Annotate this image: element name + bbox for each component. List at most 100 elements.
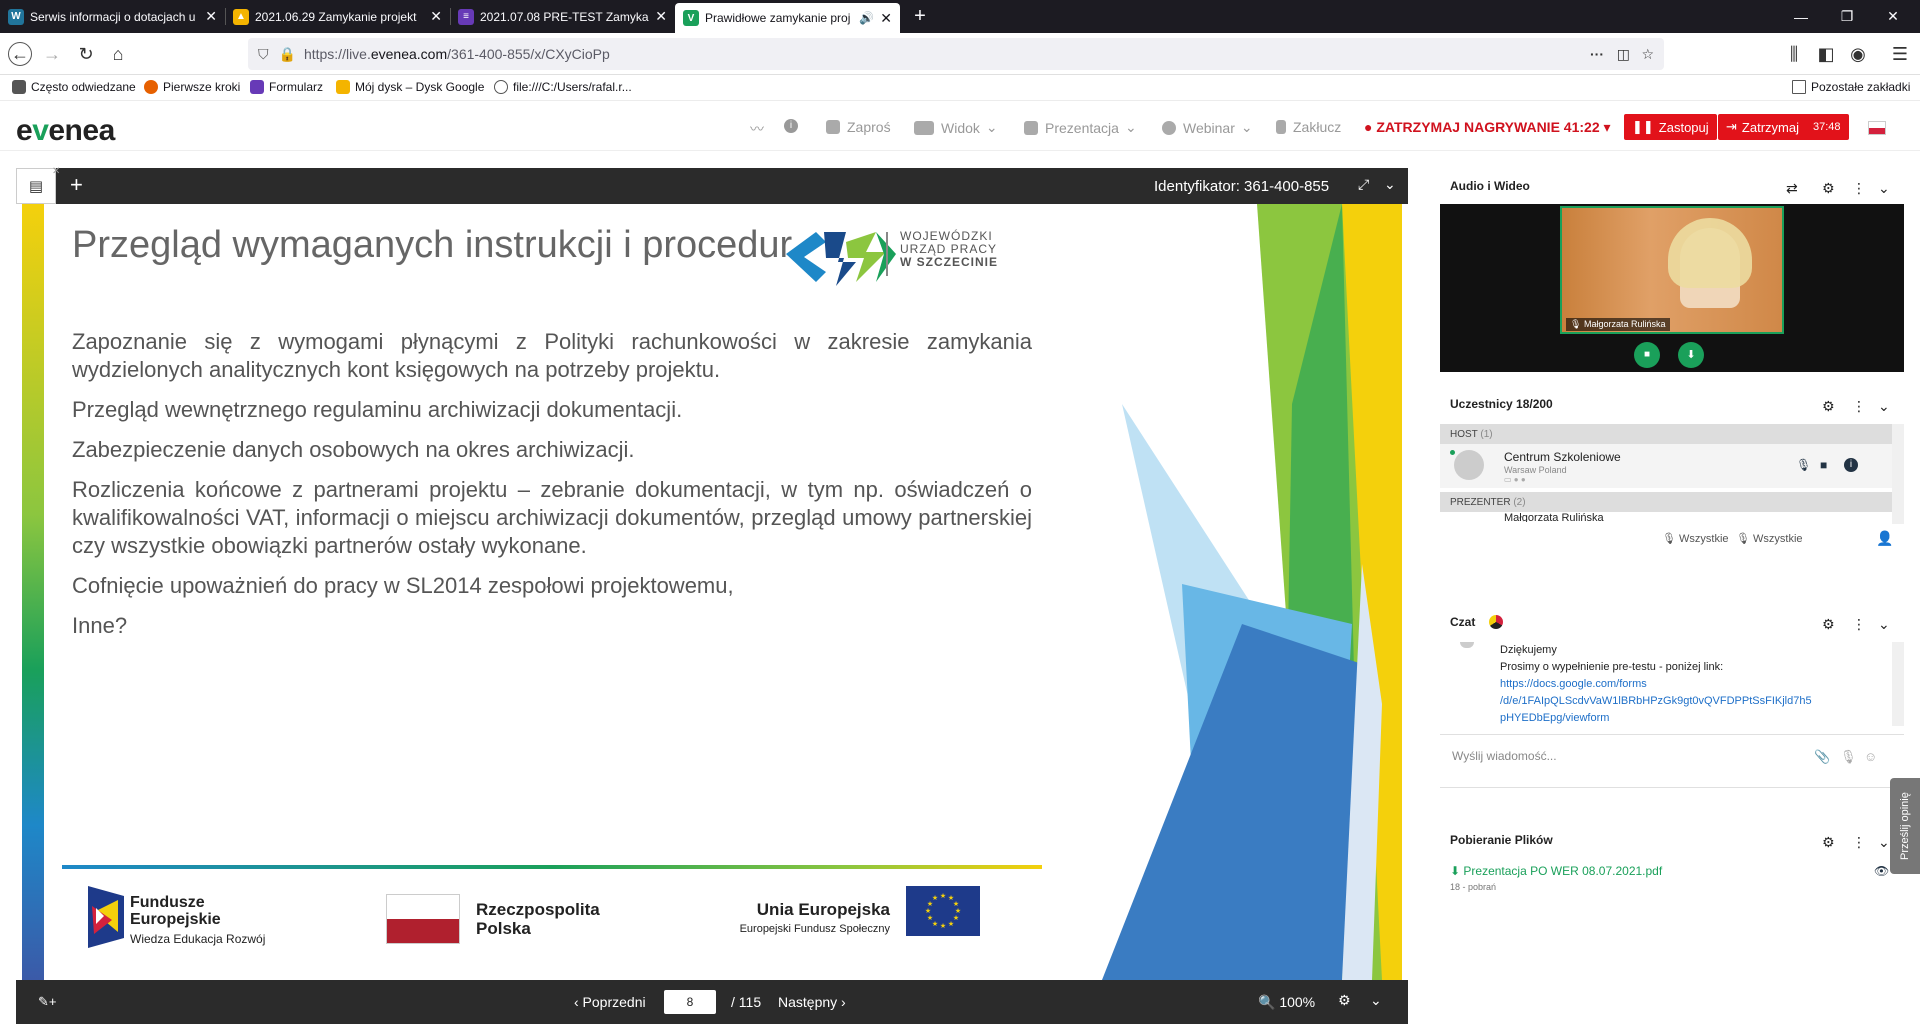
stop-label: Zastopuj (1658, 119, 1709, 135)
chat-input[interactable]: Wyślij wiadomość... 📎 🎙 ☺ (1440, 734, 1904, 788)
close-window-icon[interactable]: ✕ (1870, 0, 1916, 33)
chat-scrollbar[interactable] (1892, 642, 1904, 726)
hamburger-menu-icon[interactable]: ☰ (1888, 42, 1912, 66)
stop-button[interactable]: ❚❚ Zastopuj (1624, 114, 1717, 140)
tab-zamykanie[interactable]: ▲ 2021.06.29 Zamykanie projekt ✕ (225, 0, 450, 33)
pocket-icon[interactable]: ◫ (1617, 46, 1630, 63)
padlock-icon (1276, 120, 1286, 134)
more-vertical-icon[interactable]: ⋮ (1852, 616, 1866, 633)
close-tab-icon[interactable]: ✕ (52, 166, 60, 177)
add-presentation-button[interactable]: + (70, 172, 83, 198)
chevron-down-icon[interactable]: ⌄ (1878, 180, 1890, 197)
fullscreen-icon[interactable]: ⤢ (1358, 176, 1369, 193)
wifi-icon[interactable]: 〰 (750, 119, 764, 139)
bookmark-often-visited[interactable]: Często odwiedzane (12, 80, 136, 94)
bookmark-file[interactable]: file:///C:/Users/rafal.r... (494, 80, 632, 94)
presentation-menu[interactable]: Prezentacja ⌄ (1024, 119, 1137, 136)
participant-row[interactable]: Centrum Szkoleniowe Warsaw Poland ▭ ● ● … (1440, 444, 1892, 488)
chevron-down-icon[interactable]: ⌄ (1878, 616, 1890, 633)
tab-pretest[interactable]: ≡ 2021.07.08 PRE-TEST Zamykani ✕ (450, 0, 675, 33)
swap-icon[interactable]: ⇄ (1786, 180, 1798, 197)
mute-all-button[interactable]: 🎙 Wszystkie (1662, 532, 1729, 545)
gear-icon[interactable]: ⚙ (1822, 398, 1835, 415)
info-icon[interactable]: i (1844, 458, 1858, 472)
emoji-icon[interactable]: ☺ (1864, 749, 1877, 764)
close-tab-icon[interactable]: ✕ (655, 8, 667, 25)
file-row[interactable]: ⬇ Prezentacja PO WER 08.07.2021.pdf (1450, 864, 1662, 878)
reload-icon[interactable]: ↻ (74, 42, 98, 66)
bookmarks-toolbar: Często odwiedzane Pierwsze kroki Formula… (0, 75, 1920, 101)
close-tab-icon[interactable]: ✕ (430, 8, 442, 25)
more-vertical-icon[interactable]: ⋮ (1852, 834, 1866, 851)
speaker-hair (1668, 218, 1752, 288)
new-tab-button[interactable]: + (900, 0, 940, 33)
unmute-all-button[interactable]: 🎙 Wszystkie (1736, 532, 1803, 545)
forward-icon[interactable]: → (40, 42, 64, 66)
polish-flag-icon[interactable] (1868, 121, 1886, 135)
gear-icon[interactable]: ⚙ (1822, 834, 1835, 851)
feedback-button[interactable]: Prześlij opinię (1890, 778, 1920, 874)
close-tab-icon[interactable]: ✕ (880, 10, 892, 27)
bookmark-form[interactable]: Formularz (250, 80, 323, 94)
settings-icon[interactable]: ⚙ (1338, 992, 1351, 1009)
invite-menu[interactable]: Zaproś (826, 119, 891, 135)
notes-icon[interactable]: ▤ (16, 168, 56, 204)
zoom-control[interactable]: 🔍 100% (1258, 994, 1315, 1011)
evenea-logo[interactable]: evenea (16, 114, 115, 148)
lock-icon[interactable]: 🔒 (279, 46, 296, 63)
library-icon[interactable]: ⫼ (1782, 42, 1806, 66)
eye-icon[interactable]: 👁 (1874, 864, 1889, 878)
chat-link[interactable]: https://docs.google.com/forms (1500, 676, 1812, 693)
tab-evenea-active[interactable]: V Prawidłowe zamykanie proj 🔊 ✕ (675, 3, 900, 33)
next-slide-button[interactable]: Następny › (778, 994, 846, 1010)
gear-icon[interactable]: ⚙ (1822, 616, 1835, 633)
sidebar-icon[interactable]: ◧ (1814, 42, 1838, 66)
shield-icon[interactable]: ⛉ (258, 46, 269, 63)
camera-icon[interactable]: ■ (1820, 458, 1827, 472)
chevron-down-icon[interactable]: ⌄ (1384, 176, 1396, 193)
page-number-input[interactable]: 8 (664, 990, 716, 1014)
back-icon[interactable]: ← (8, 42, 32, 66)
mic-icon[interactable]: 🎙 (1796, 458, 1811, 472)
bookmark-star-icon[interactable]: ☆ (1641, 46, 1654, 63)
camera-toggle-button[interactable]: ■ (1634, 342, 1660, 368)
url-bar[interactable]: ⛉ 🔒 https://live. evenea.com/361-400-855/… (248, 38, 1664, 70)
participants-scrollbar[interactable] (1892, 424, 1904, 524)
restore-icon[interactable]: ❐ (1824, 0, 1870, 33)
pause-button[interactable]: ⇥ Zatrzymaj 37:48 (1718, 114, 1849, 140)
annotate-pen-icon[interactable]: ✎+ (38, 994, 56, 1010)
chat-link[interactable]: /d/e/1FAIpQLScdvVaW1lBRbHPzGk9gt0vQVFDPP… (1500, 693, 1812, 710)
chevron-down-icon[interactable]: ⌄ (1370, 992, 1382, 1009)
bookmark-drive[interactable]: Mój dysk – Dysk Google (336, 80, 484, 94)
bookmark-first-steps[interactable]: Pierwsze kroki (144, 80, 240, 94)
other-bookmarks[interactable]: Pozostałe zakładki (1792, 80, 1910, 94)
chevron-down-icon[interactable]: ⌄ (1878, 398, 1890, 415)
forms-icon (250, 80, 264, 94)
participant-row[interactable]: Małgorzata Rulińska (1440, 512, 1892, 522)
lock-menu[interactable]: Zakłucz (1276, 119, 1341, 135)
attach-icon[interactable]: 📎 (1814, 749, 1830, 765)
account-icon[interactable]: ◉ (1846, 42, 1870, 66)
info-icon[interactable]: i (784, 119, 798, 133)
chevron-down-icon[interactable]: ⌄ (1878, 834, 1890, 851)
minimize-icon[interactable]: — (1778, 0, 1824, 33)
mic-toggle-button[interactable]: ⬇ (1678, 342, 1704, 368)
more-vertical-icon[interactable]: ⋮ (1852, 398, 1866, 415)
page-actions-icon[interactable]: ··· (1590, 46, 1604, 62)
home-icon[interactable]: ⌂ (106, 42, 130, 66)
tab-dotacje[interactable]: W Serwis informacji o dotacjach u ✕ (0, 0, 225, 33)
more-vertical-icon[interactable]: ⋮ (1852, 180, 1866, 197)
speaker-video[interactable]: 🎙 Małgorzata Rulińska (1560, 206, 1784, 334)
add-user-icon[interactable]: 👤 (1876, 530, 1893, 547)
bookmark-label: Pozostałe zakładki (1811, 80, 1911, 94)
close-tab-icon[interactable]: ✕ (205, 8, 217, 25)
speaker-icon[interactable]: 🔊 (859, 11, 874, 25)
chat-link[interactable]: pHYEDbEpg/viewform (1500, 710, 1812, 726)
record-stop-button[interactable]: ● ZATRZYMAJ NAGRYWANIE 41:22 ▾ (1364, 119, 1611, 136)
gear-icon[interactable]: ⚙ (1822, 180, 1835, 197)
view-menu[interactable]: Widok ⌄ (914, 119, 998, 136)
prev-slide-button[interactable]: ‹ Poprzedni (574, 994, 646, 1010)
mic-icon[interactable]: 🎙 (1840, 749, 1857, 765)
browser-tab-bar: W Serwis informacji o dotacjach u ✕ ▲ 20… (0, 0, 1920, 33)
webinar-menu[interactable]: Webinar ⌄ (1162, 119, 1253, 136)
